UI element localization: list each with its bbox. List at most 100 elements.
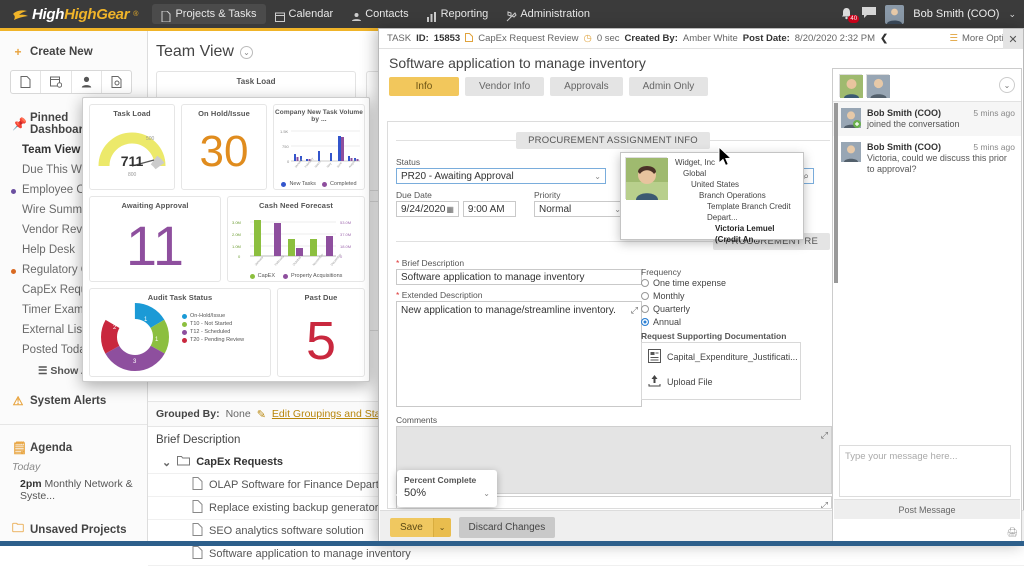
table-row[interactable]: Software application to manage inventory <box>148 543 1024 566</box>
new-task-icon[interactable] <box>11 71 41 93</box>
assignee-suggestion-line[interactable]: United States <box>675 179 799 190</box>
new-contact-icon[interactable] <box>72 71 102 93</box>
notifications-bell-icon[interactable]: 40 <box>840 7 853 21</box>
contacts-icon <box>351 9 361 20</box>
chevron-left-icon[interactable]: ❮ <box>880 33 888 44</box>
new-project-icon[interactable] <box>41 71 71 93</box>
assignee-suggestion-line[interactable]: Widget, Inc <box>675 157 799 168</box>
assignee-suggestion-line[interactable]: Victoria Lemuel (Credit An... <box>675 223 799 245</box>
nav-administration[interactable]: Administration <box>497 4 599 24</box>
nav-contacts[interactable]: Contacts <box>342 4 417 24</box>
frequency-option-label: Quarterly <box>653 304 690 314</box>
widget-past-due[interactable]: Past Due 5 <box>277 288 365 377</box>
message-author: Bob Smith (COO) <box>867 108 941 118</box>
task-type-label: TASK <box>387 33 411 44</box>
tab-info[interactable]: Info <box>389 77 459 96</box>
chevron-down-icon[interactable]: ⌄ <box>162 456 171 469</box>
expand-icon[interactable]: ⤢ <box>631 305 638 316</box>
participant-avatar-bob[interactable] <box>866 74 889 97</box>
divider <box>710 140 830 141</box>
priority-select[interactable]: Normal ⌄ <box>534 201 626 217</box>
nav-calendar[interactable]: Calendar <box>266 4 343 24</box>
create-new-header[interactable]: + Create New <box>0 41 147 63</box>
message-input-placeholder: Type your message here... <box>845 451 957 462</box>
save-button[interactable]: Save <box>390 518 433 537</box>
svg-text:37.0M: 37.0M <box>340 232 351 237</box>
expand-icon[interactable]: ⤢ <box>821 500 828 509</box>
search-icon[interactable]: ⌕ <box>803 171 809 182</box>
expand-icon[interactable]: ⤢ <box>821 430 828 441</box>
radio-button[interactable] <box>641 292 649 300</box>
widget-title: Task Load <box>90 105 174 118</box>
discard-changes-button[interactable]: Discard Changes <box>459 517 556 538</box>
frequency-radio-option[interactable]: Annual <box>641 317 821 327</box>
radio-button[interactable] <box>641 318 649 326</box>
percent-complete-select[interactable]: 50% ⌄ <box>404 486 490 500</box>
tab-vendor-info[interactable]: Vendor Info <box>465 77 544 96</box>
svg-text:750: 750 <box>282 144 289 149</box>
tab-label: Info <box>416 81 433 92</box>
nav-reporting[interactable]: Reporting <box>418 4 498 24</box>
radio-button[interactable] <box>641 279 649 287</box>
system-alerts-header[interactable]: ⚠ System Alerts <box>0 390 147 412</box>
frequency-radio-option[interactable]: Quarterly <box>641 304 821 314</box>
radio-button[interactable] <box>641 305 649 313</box>
legend-item: T10 - Not Started <box>182 321 244 327</box>
attached-document[interactable]: Capital_Expenditure_Justificati... <box>648 349 794 365</box>
chevron-down-icon: ⌄ <box>594 172 601 181</box>
legend-swatch <box>182 314 187 319</box>
widget-on-hold[interactable]: On Hold/Issue 30 <box>181 104 267 190</box>
calendar-icon[interactable]: ▦ <box>446 205 454 214</box>
widget-audit-status[interactable]: Audit Task Status 1 1 3 2 On-Hold/Issue … <box>89 288 271 377</box>
scrollbar-thumb[interactable] <box>834 103 838 283</box>
new-document-icon[interactable] <box>102 71 131 93</box>
agenda-item[interactable]: 2pm Monthly Network & Syste... <box>0 475 147 505</box>
status-select[interactable]: PR20 - Awaiting Approval ⌄ <box>396 168 606 184</box>
widget-awaiting-approval[interactable]: Awaiting Approval 11 <box>89 196 221 282</box>
nav-projects-tasks[interactable]: Projects & Tasks <box>152 4 265 24</box>
priority-label: Priority <box>534 190 626 200</box>
tab-approvals[interactable]: Approvals <box>550 77 622 96</box>
user-name-label: Bob Smith (COO) <box>913 8 999 20</box>
assignee-suggestion-line[interactable]: Template Branch Credit Depart... <box>675 201 799 223</box>
section-header-procurement-assignment: PROCUREMENT ASSIGNMENT INFO <box>396 132 830 149</box>
priority-value: Normal <box>539 204 571 215</box>
chevron-down-icon[interactable]: ⌄ <box>240 46 253 59</box>
save-dropdown-chevron-down-icon[interactable]: ⌄ <box>433 518 451 537</box>
chevron-down-icon[interactable]: ⌄ <box>1008 9 1016 20</box>
messages-icon[interactable] <box>862 7 876 21</box>
app-logo[interactable]: HighHighGear ® <box>0 6 152 23</box>
status-label: Status <box>396 157 606 167</box>
widget-task-load[interactable]: Task Load 500 800 711 <box>89 104 175 190</box>
due-time-input[interactable]: 9:00 AM <box>463 201 516 217</box>
printer-icon[interactable]: 🖨 <box>1007 527 1018 538</box>
svg-text:2.0M: 2.0M <box>232 232 241 237</box>
pencil-icon: ✎ <box>257 408 266 421</box>
close-icon[interactable]: ✕ <box>1003 29 1023 49</box>
tab-admin-only[interactable]: Admin Only <box>629 77 709 96</box>
chevron-down-icon[interactable]: ⌄ <box>999 77 1015 93</box>
post-message-button[interactable]: Post Message <box>834 499 1020 519</box>
nav-contacts-label: Contacts <box>365 4 408 24</box>
assignee-suggestion-line[interactable]: Global <box>675 168 799 179</box>
participant-avatar-victoria[interactable] <box>839 74 862 97</box>
upload-file-button[interactable]: Upload File <box>648 374 794 389</box>
extended-description-textarea[interactable]: New application to manage/streamline inv… <box>396 301 642 407</box>
assignee-suggestion-line[interactable]: Branch Operations <box>675 190 799 201</box>
widget-task-volume[interactable]: Company New Task Volume by ... 1.5K 750 … <box>273 104 365 190</box>
widget-cash-forecast[interactable]: Cash Need Forecast 3.0M 2.0M 1.0M 0 53.0… <box>227 196 365 282</box>
frequency-radio-option[interactable]: One time expense <box>641 278 821 288</box>
svg-text:0: 0 <box>287 159 290 164</box>
document-file-name: Capital_Expenditure_Justificati... <box>667 352 798 362</box>
supporting-documentation-box: Capital_Expenditure_Justificati... Uploa… <box>641 342 801 400</box>
legend-label: CapEX <box>258 273 275 279</box>
widget-title: Awaiting Approval <box>90 197 220 210</box>
brief-description-input[interactable]: Software application to manage inventory <box>396 269 642 285</box>
frequency-radio-option[interactable]: Monthly <box>641 291 821 301</box>
message-timestamp: 5 mins ago <box>973 108 1015 118</box>
user-avatar[interactable] <box>885 5 904 24</box>
dashboard-popup-panel: Task Load 500 800 711 On Hold/Issue 30 C… <box>82 97 370 382</box>
legend-label: T10 - Not Started <box>190 321 232 327</box>
due-date-input[interactable]: 9/24/2020 ▦ <box>396 201 459 217</box>
message-input[interactable]: Type your message here... <box>839 445 1011 497</box>
